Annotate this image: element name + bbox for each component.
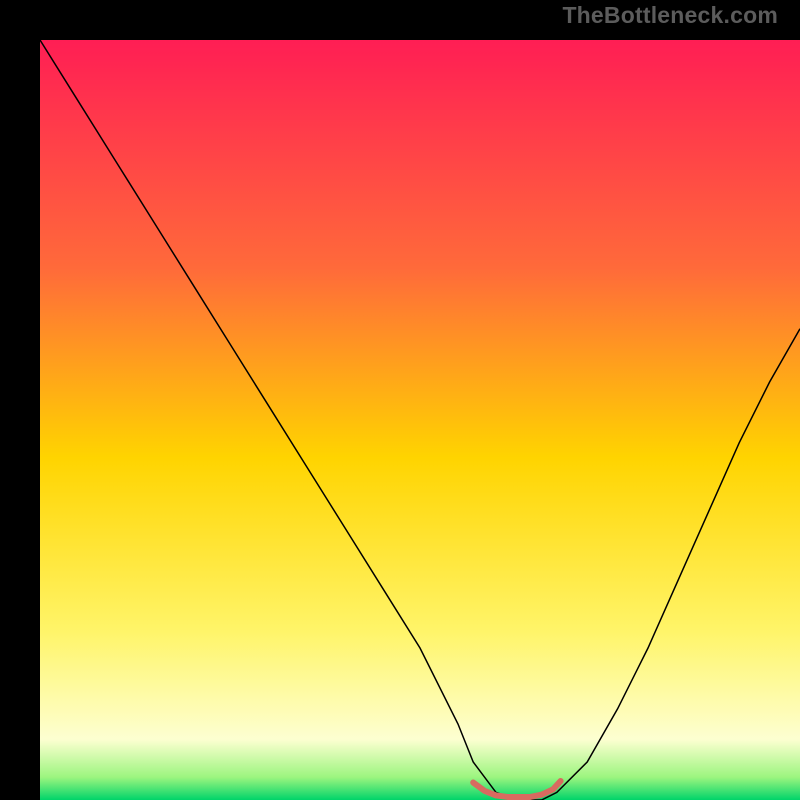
watermark-text: TheBottleneck.com <box>562 2 778 29</box>
gradient-background <box>40 40 800 800</box>
chart-frame <box>20 20 780 780</box>
chart-svg <box>40 40 800 800</box>
